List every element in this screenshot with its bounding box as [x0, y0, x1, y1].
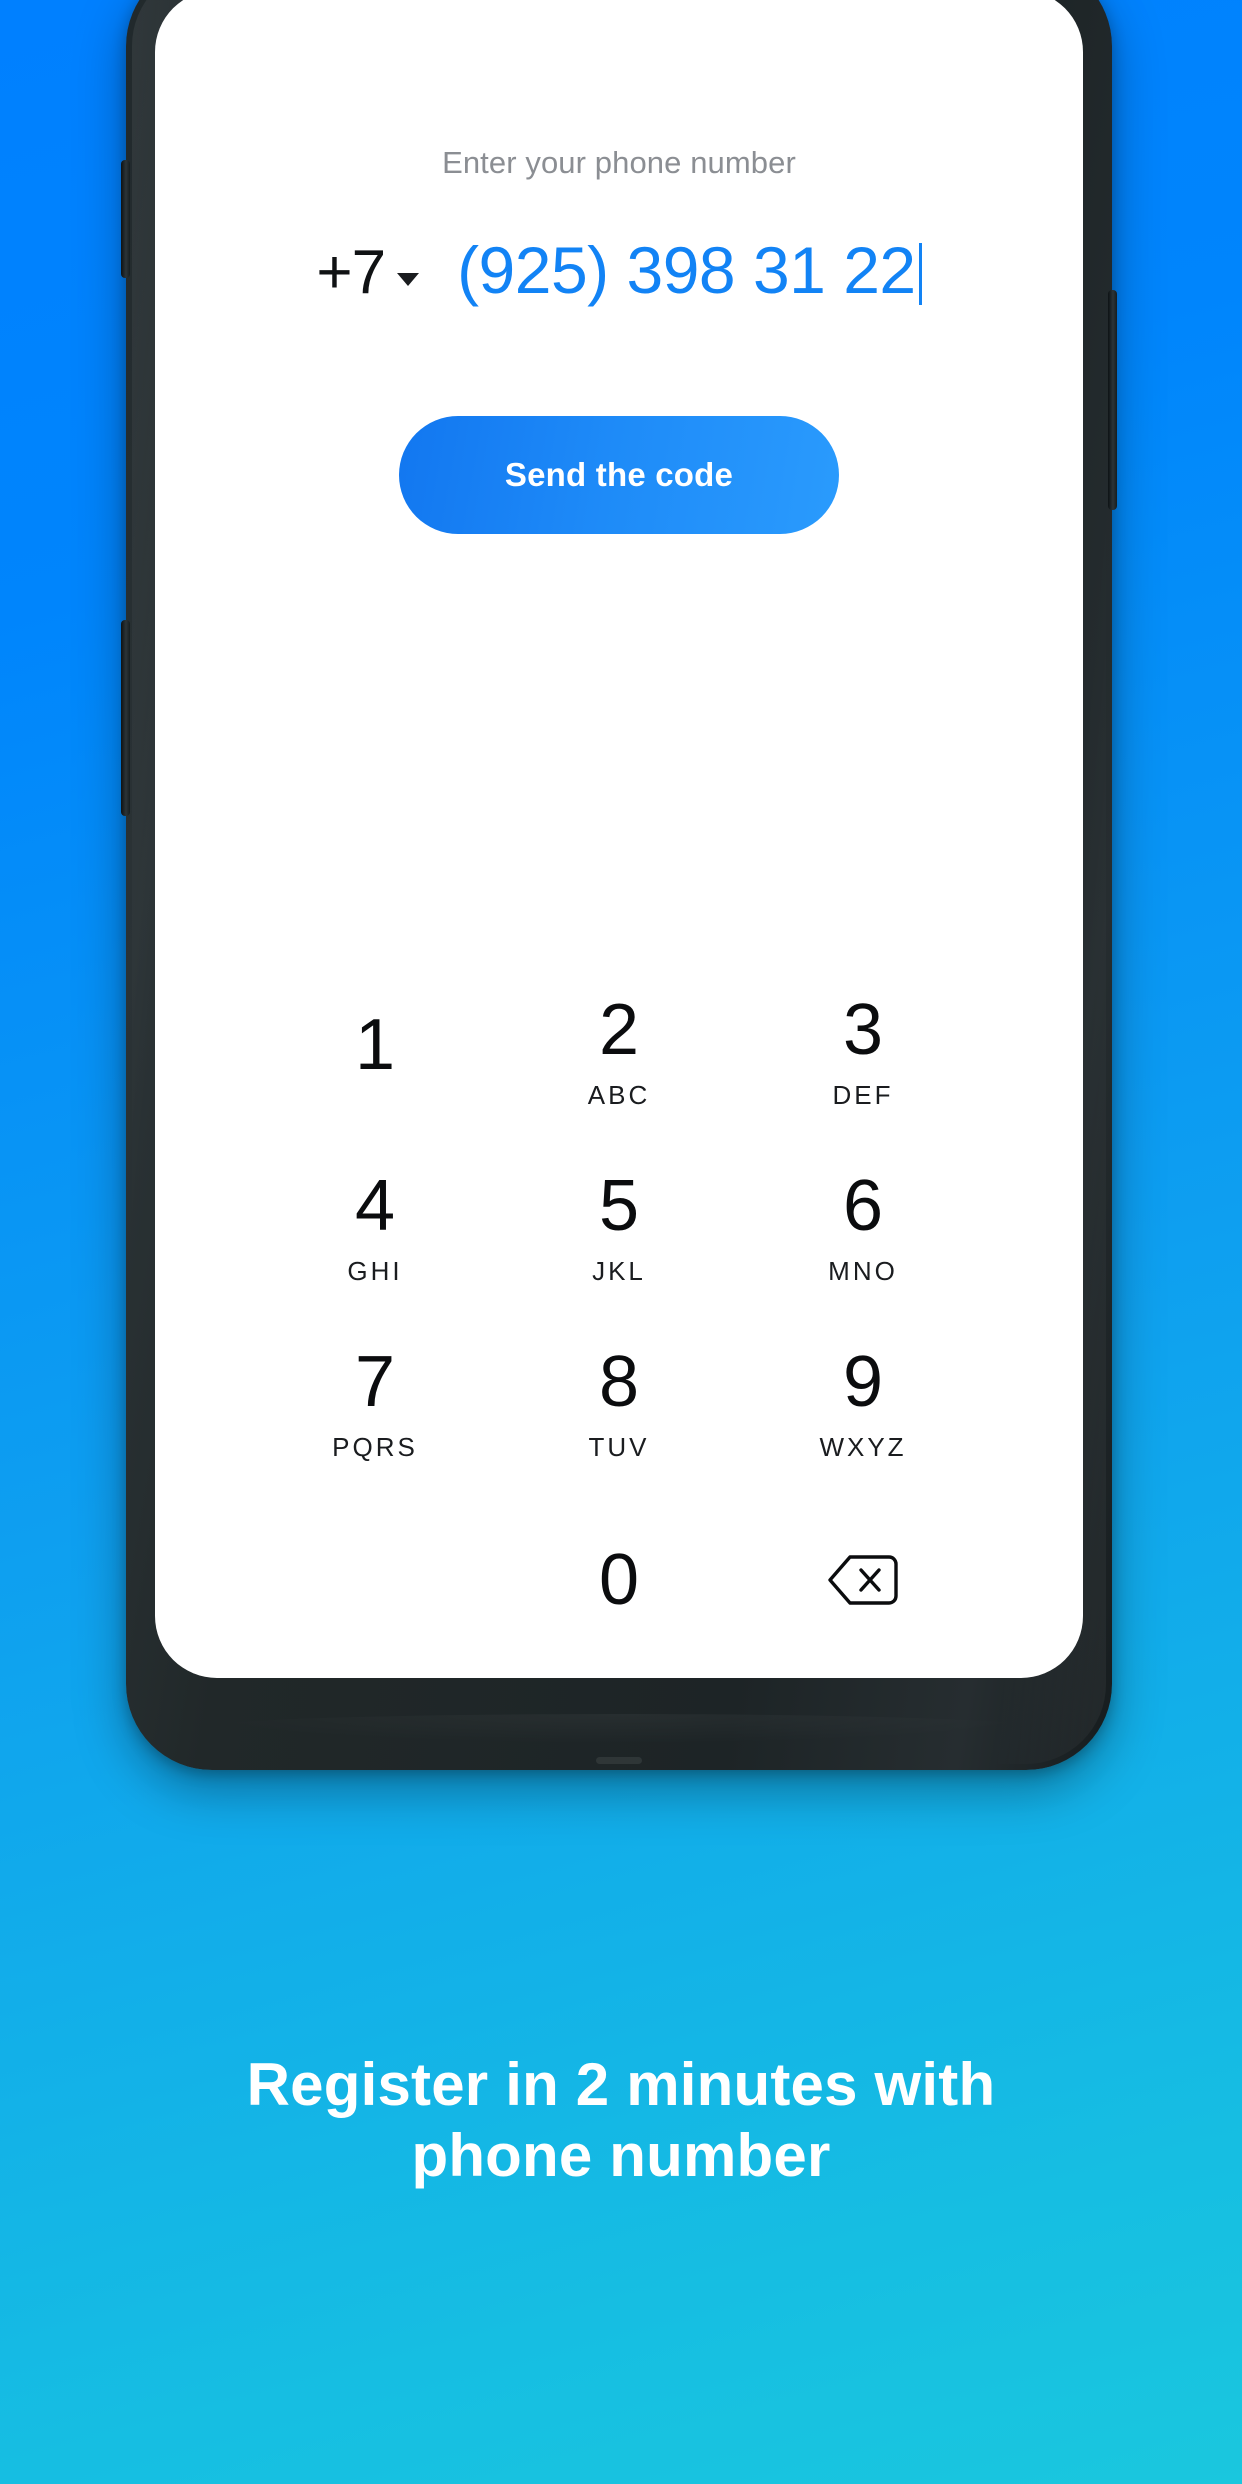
keypad-key-backspace[interactable] [741, 1492, 985, 1668]
keypad-digit: 5 [598, 1165, 640, 1246]
keypad-digit: 2 [598, 989, 640, 1070]
promo-caption: Register in 2 minutes with phone number [0, 2050, 1242, 2192]
country-code-value: +7 [316, 238, 386, 307]
keypad-key-2[interactable]: 2 ABC [497, 964, 741, 1140]
keypad-key-4[interactable]: 4 GHI [253, 1140, 497, 1316]
keypad-letters: WXYZ [819, 1431, 907, 1462]
keypad-key-1[interactable]: 1 [253, 964, 497, 1140]
keypad-key-0[interactable]: 0 [497, 1492, 741, 1668]
keypad-letters: GHI [347, 1255, 403, 1286]
keypad-key-6[interactable]: 6 MNO [741, 1140, 985, 1316]
volume-up-button[interactable] [121, 160, 130, 278]
keypad-digit: 8 [598, 1341, 640, 1422]
phone-screen: Enter your phone number +7 (925) 398 31 … [155, 0, 1083, 1678]
keypad-letters: MNO [828, 1255, 898, 1286]
phone-prompt-label: Enter your phone number [442, 145, 796, 180]
keypad-letters: JKL [592, 1255, 646, 1286]
keypad-digit: 3 [842, 989, 884, 1070]
keypad-letters: ABC [587, 1079, 651, 1110]
phone-number-input[interactable]: (925) 398 31 22 [457, 233, 922, 307]
speaker-grille [596, 1757, 642, 1764]
keypad-key-7[interactable]: 7 PQRS [253, 1316, 497, 1492]
keypad-digit: 1 [354, 1005, 396, 1085]
keypad-letters: PQRS [332, 1431, 418, 1462]
phone-number-row: +7 (925) 398 31 22 [155, 233, 1083, 307]
phone-device-mockup: Enter your phone number +7 (925) 398 31 … [121, 0, 1117, 1770]
chevron-down-icon [397, 272, 420, 286]
promo-caption-line1: Register in 2 minutes with [246, 2051, 996, 2118]
keypad-digit: 6 [842, 1165, 884, 1246]
keypad-digit: 0 [598, 1540, 640, 1620]
keypad-key-5[interactable]: 5 JKL [497, 1140, 741, 1316]
keypad-key-empty [253, 1492, 497, 1668]
phone-number-value: (925) 398 31 22 [457, 233, 916, 307]
volume-down-button[interactable] [121, 620, 130, 816]
send-the-code-button[interactable]: Send the code [399, 416, 839, 534]
keypad-key-9[interactable]: 9 WXYZ [741, 1316, 985, 1492]
country-code-selector[interactable]: +7 [316, 238, 420, 307]
numeric-keypad: 1 2 ABC 3 DEF 4 GHI 5 JKL 6 MNO 7 PQRS 8… [155, 964, 1083, 1678]
keypad-digit: 7 [354, 1341, 396, 1422]
power-button[interactable] [1108, 290, 1117, 510]
keypad-key-8[interactable]: 8 TUV [497, 1316, 741, 1492]
keypad-letters: DEF [832, 1079, 894, 1110]
backspace-icon [827, 1554, 899, 1606]
keypad-key-3[interactable]: 3 DEF [741, 964, 985, 1140]
keypad-digit: 4 [354, 1165, 396, 1246]
keypad-digit: 9 [842, 1341, 884, 1422]
promo-caption-line2: phone number [411, 2121, 831, 2189]
keypad-letters: TUV [588, 1431, 650, 1462]
text-cursor [918, 243, 922, 305]
